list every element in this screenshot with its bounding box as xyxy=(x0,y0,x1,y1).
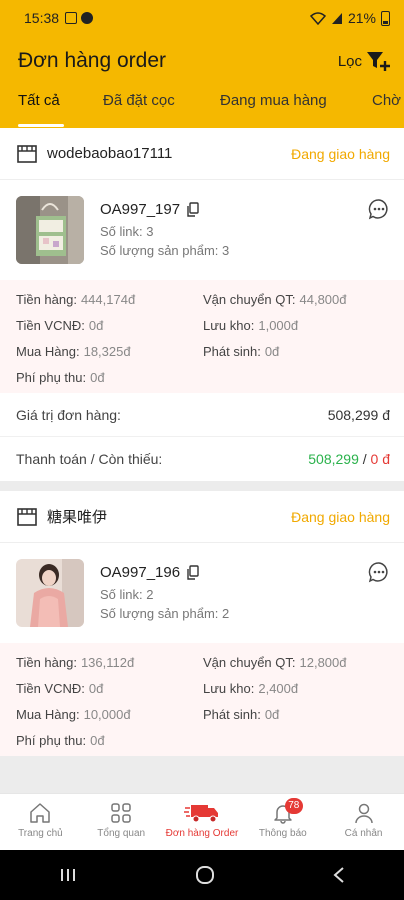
app-notification-icon xyxy=(81,12,94,24)
grid-icon xyxy=(111,803,131,823)
active-tab-indicator xyxy=(18,124,64,127)
order-total-value: 508,299 đ xyxy=(327,406,390,423)
product-quantity: Số lượng sản phẩm: 3 xyxy=(100,242,230,258)
order-card[interactable]: wodebaobao17111 Đang giao hàng OA997_197… xyxy=(0,128,404,481)
nav-order[interactable]: Đơn hàng Order xyxy=(162,794,243,850)
fee-intl-shipping: Vận chuyển QT: 44,800đ xyxy=(203,292,347,307)
fee-domestic-shipping: Tiền VCNĐ: 0đ xyxy=(16,681,104,696)
truck-icon xyxy=(183,805,218,823)
home-button-icon[interactable] xyxy=(194,864,216,886)
fee-goods: Tiền hàng: 136,112đ xyxy=(16,655,135,670)
home-icon xyxy=(30,803,51,823)
order-list: wodebaobao17111 Đang giao hàng OA997_197… xyxy=(0,128,404,793)
battery-percent: 21% xyxy=(347,10,376,26)
fee-domestic-shipping: Tiền VCNĐ: 0đ xyxy=(16,318,104,333)
filter-add-icon xyxy=(367,52,390,71)
store-icon xyxy=(17,144,37,163)
filter-button[interactable]: Lọc xyxy=(338,50,390,72)
product-thumbnail[interactable] xyxy=(16,196,84,264)
shop-name: wodebaobao17111 xyxy=(47,145,173,162)
app-header: 15:38 21% Đơn hàng order Lọc Tất cả Đã đ… xyxy=(0,0,404,128)
tab-waiting[interactable]: Chờ xyxy=(372,92,401,109)
filter-label: Lọc xyxy=(337,52,362,70)
tab-purchasing[interactable]: Đang mua hàng xyxy=(220,92,327,109)
order-code: OA997_197 xyxy=(100,200,181,218)
store-icon xyxy=(17,507,37,526)
payment-row: Thanh toán / Còn thiếu: 508,299 / 0 đ xyxy=(0,437,404,481)
tab-deposited[interactable]: Đã đặt cọc xyxy=(103,92,175,109)
fee-intl-shipping: Vận chuyển QT: 12,800đ xyxy=(203,655,347,670)
status-bar: 15:38 21% xyxy=(0,0,404,36)
fee-breakdown: Tiền hàng: 444,174đ Vận chuyển QT: 44,800đ… xyxy=(0,280,404,393)
back-icon[interactable] xyxy=(332,866,346,884)
fee-storage: Lưu kho: 2,400đ xyxy=(203,681,299,696)
fee-incurred: Phát sinh: 0đ xyxy=(203,707,280,722)
chat-icon[interactable] xyxy=(368,561,390,583)
battery-icon xyxy=(381,10,390,26)
nav-profile[interactable]: Cá nhân xyxy=(323,794,404,850)
order-status: Đang giao hàng xyxy=(291,145,390,162)
chat-icon[interactable] xyxy=(368,198,390,220)
system-navigation-bar xyxy=(0,850,404,900)
user-icon xyxy=(354,803,373,824)
order-status-tabs: Tất cả Đã đặt cọc Đang mua hàng Chờ xyxy=(0,88,404,128)
nav-notifications[interactable]: 78 Thông báo xyxy=(242,794,323,850)
fee-surcharge: Phí phụ thu: 0đ xyxy=(16,370,105,385)
fee-breakdown: Tiền hàng: 136,112đ Vận chuyển QT: 12,800đ… xyxy=(0,643,404,756)
link-count: Số link: 2 xyxy=(100,586,154,602)
fee-purchase: Mua Hàng: 10,000đ xyxy=(16,707,131,722)
fee-surcharge: Phí phụ thu: 0đ xyxy=(16,733,105,748)
nav-overview[interactable]: Tổng quan xyxy=(81,794,162,850)
gallery-notification-icon xyxy=(65,12,78,24)
tab-all[interactable]: Tất cả xyxy=(18,92,60,109)
copy-icon[interactable] xyxy=(186,201,199,217)
recent-apps-icon[interactable] xyxy=(58,867,78,883)
product-thumbnail[interactable] xyxy=(16,559,84,627)
fee-incurred: Phát sinh: 0đ xyxy=(203,344,280,359)
notification-badge: 78 xyxy=(284,798,303,814)
order-status: Đang giao hàng xyxy=(291,508,390,525)
wifi-icon xyxy=(309,11,326,25)
copy-icon[interactable] xyxy=(186,564,199,580)
nav-home[interactable]: Trang chủ xyxy=(0,794,81,850)
payment-label: Thanh toán / Còn thiếu: xyxy=(16,451,163,467)
shop-name: 糖果唯伊 xyxy=(47,509,108,526)
paid-amount: 508,299 xyxy=(308,451,359,467)
fee-goods: Tiền hàng: 444,174đ xyxy=(16,292,136,307)
page-title: Đơn hàng order xyxy=(18,49,167,72)
fee-purchase: Mua Hàng: 18,325đ xyxy=(16,344,131,359)
link-count: Số link: 3 xyxy=(100,223,154,239)
product-quantity: Số lượng sản phẩm: 2 xyxy=(100,605,230,621)
order-total-row: Giá trị đơn hàng: 508,299 đ xyxy=(0,393,404,437)
order-card[interactable]: 糖果唯伊 Đang giao hàng OA997_196 Số link: 2… xyxy=(0,491,404,756)
order-total-label: Giá trị đơn hàng: xyxy=(16,406,121,423)
owed-amount: 0 đ xyxy=(370,451,390,467)
order-code: OA997_196 xyxy=(100,563,181,581)
payment-separator: / xyxy=(358,451,371,467)
bottom-navigation: Trang chủ Tổng quan Đơn hàng Order 78 Th… xyxy=(0,793,404,850)
signal-icon xyxy=(331,12,342,24)
clock: 15:38 xyxy=(24,10,60,26)
fee-storage: Lưu kho: 1,000đ xyxy=(203,318,299,333)
